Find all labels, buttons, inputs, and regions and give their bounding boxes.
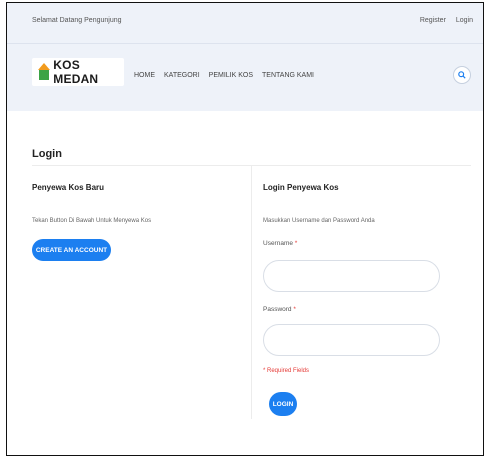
menu-item-tentang-kami[interactable]: TENTANG KAMI (262, 72, 314, 79)
top-bar: Selamat Datang Pengunjung Register Login (7, 3, 483, 43)
username-label-text: Username (263, 240, 293, 247)
required-fields-note: * Required Fields (263, 368, 310, 374)
column-divider (251, 165, 252, 419)
create-account-button[interactable]: CREATE AN ACCOUNT (32, 239, 111, 261)
password-label-text: Password (263, 306, 292, 313)
search-icon (458, 71, 466, 79)
page-title: Login (32, 148, 62, 160)
menu-item-home[interactable]: HOME (134, 72, 155, 79)
menu-item-pemilik-kos[interactable]: PEMILIK KOS (209, 72, 253, 79)
login-link[interactable]: Login (456, 17, 473, 24)
search-button[interactable] (453, 66, 471, 84)
new-tenant-desc: Tekan Button Di Bawah Untuk Menyewa Kos (32, 218, 152, 224)
navbar: KOS MEDAN HOME KATEGORI PEMILIK KOS TENT… (7, 43, 483, 111)
username-label: Username * (263, 240, 297, 247)
brand-name: KOS MEDAN (53, 58, 99, 86)
welcome-text: Selamat Datang Pengunjung (32, 17, 122, 24)
username-required-marker: * (294, 240, 298, 247)
top-links: Register Login (412, 17, 473, 24)
page-frame: Selamat Datang Pengunjung Register Login… (6, 2, 484, 456)
login-button[interactable]: LOGIN (269, 392, 297, 416)
menu-item-kategori[interactable]: KATEGORI (164, 72, 200, 79)
register-link[interactable]: Register (420, 17, 446, 24)
password-required-marker: * (293, 306, 296, 313)
main-menu: HOME KATEGORI PEMILIK KOS TENTANG KAMI (134, 72, 314, 79)
logo[interactable]: KOS MEDAN (32, 58, 124, 86)
tenant-login-title: Login Penyewa Kos (263, 183, 339, 192)
username-input[interactable] (263, 260, 440, 292)
password-label: Password * (263, 306, 296, 313)
tenant-login-desc: Masukkan Username dan Password Anda (263, 218, 375, 224)
password-input[interactable] (263, 324, 440, 356)
new-tenant-section: Penyewa Kos Baru Tekan Button Di Bawah U… (32, 183, 151, 224)
new-tenant-title: Penyewa Kos Baru (32, 183, 105, 192)
house-logo-icon (38, 63, 50, 81)
tenant-login-section: Login Penyewa Kos Masukkan Username dan … (263, 183, 375, 224)
